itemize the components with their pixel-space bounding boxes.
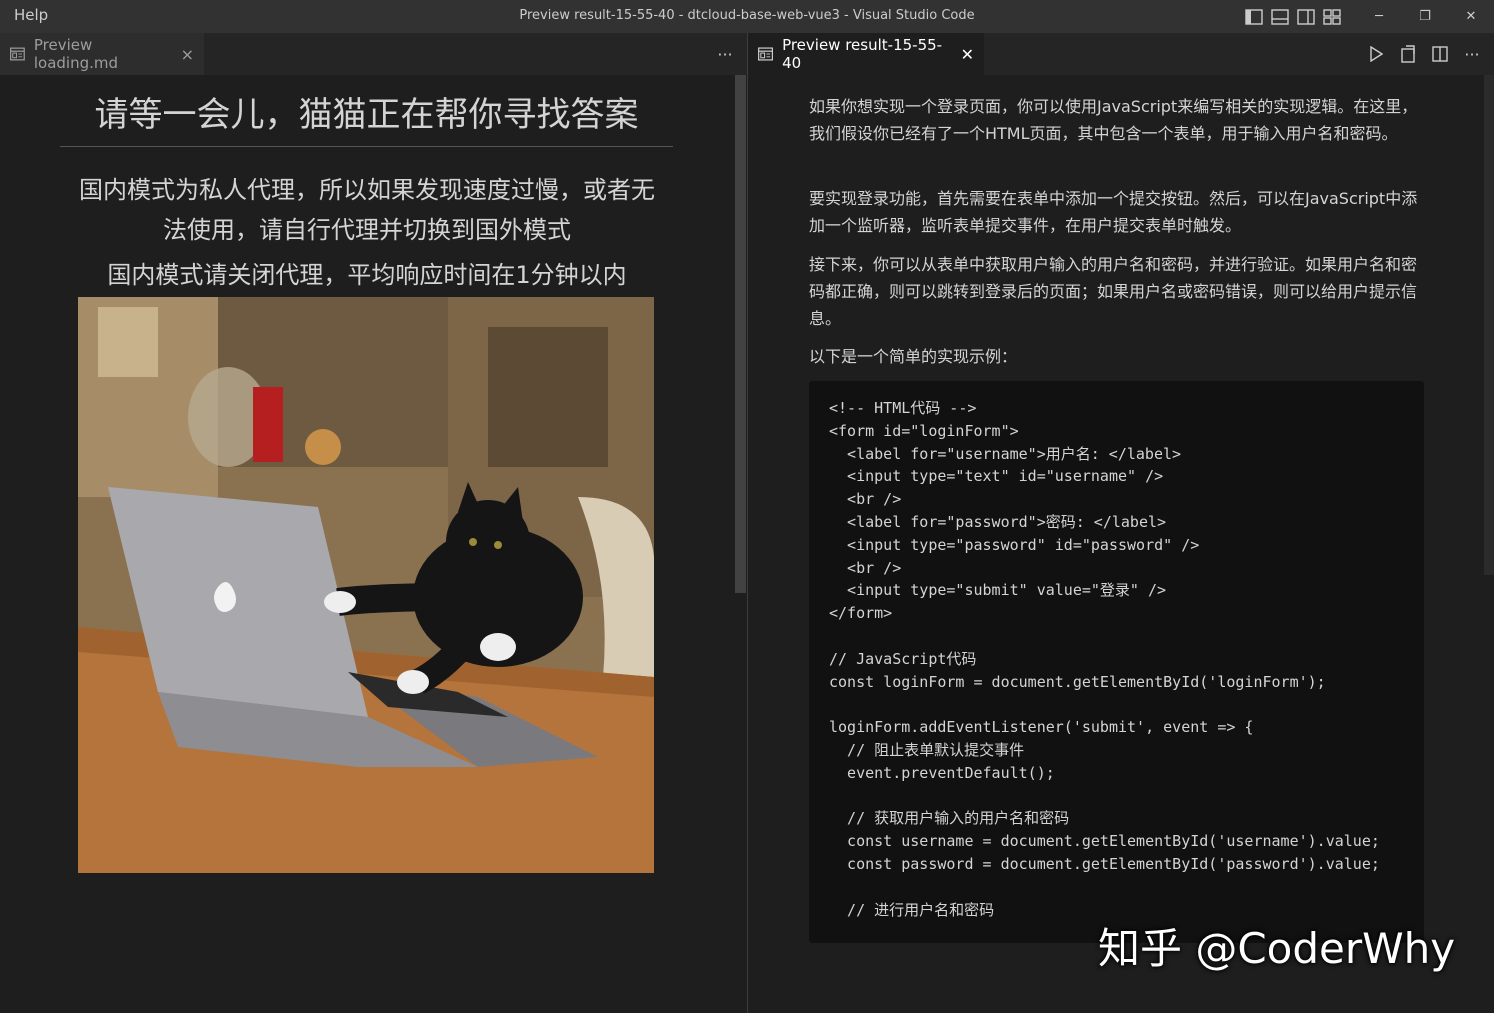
more-actions-icon[interactable]: ··· [1462, 44, 1482, 64]
code-line: // 获取用户输入的用户名和密码 [829, 809, 1070, 828]
code-line: event.preventDefault(); [829, 763, 1055, 782]
code-line: <input type="password" id="password" /> [829, 535, 1200, 554]
code-line: <form id="loginForm"> [829, 421, 1019, 440]
tab-actions-left: ··· [703, 33, 735, 75]
tab-preview-loading[interactable]: Preview loading.md × [0, 33, 204, 75]
editor-group-right: Preview result-15-55-40 ✕ ··· 如果你想实现一个登录… [748, 33, 1494, 1013]
tab-label: Preview loading.md [33, 36, 119, 72]
paragraph: 以下是一个简单的实现示例： [809, 347, 1018, 366]
code-line: const username = document.getElementById… [829, 832, 1380, 851]
toggle-secondary-sidebar-icon[interactable] [1296, 7, 1316, 27]
tab-label: Preview result-15-55-40 [782, 36, 943, 72]
response-time-note: 国内模式请关闭代理，平均响应时间在1分钟以内 [107, 261, 627, 289]
code-line: // 阻止表单默认提交事件 [829, 740, 1025, 759]
code-line: loginForm.addEventListener('submit', eve… [829, 718, 1254, 737]
toggle-panel-icon[interactable] [1270, 7, 1290, 27]
proxy-note-line: 国内模式为私人代理，所以如果发现速度过慢，或者无 [79, 176, 655, 204]
customize-layout-icon[interactable] [1322, 7, 1342, 27]
code-line: <br /> [829, 490, 902, 509]
code-line: <input type="submit" value="登录" /> [829, 581, 1167, 600]
close-window-button[interactable]: ✕ [1448, 0, 1494, 33]
close-tab-icon[interactable]: × [181, 45, 194, 64]
preview-icon [758, 47, 774, 61]
code-line: // JavaScript代码 [829, 649, 977, 668]
code-line: <br /> [829, 558, 902, 577]
markdown-preview-left: 请等一会儿，猫猫正在帮你寻找答案 国内模式为私人代理，所以如果发现速度过慢，或者… [0, 75, 734, 1013]
title-actions: ─ ❐ ✕ [1244, 0, 1494, 33]
preview-icon [10, 47, 25, 61]
more-actions-icon[interactable]: ··· [715, 44, 735, 64]
editor-group-left: Preview loading.md × ··· 请等一会儿，猫猫正在帮你寻找答… [0, 33, 747, 1013]
code-line: <input type="text" id="username" /> [829, 467, 1164, 486]
tab-bar-right: Preview result-15-55-40 ✕ ··· [748, 33, 1494, 75]
code-line: </form> [829, 604, 893, 623]
close-tab-icon[interactable]: ✕ [961, 45, 974, 64]
tab-bar-left: Preview loading.md × ··· [0, 33, 747, 75]
code-block: <!-- HTML代码 --> <form id="loginForm"> <l… [809, 381, 1424, 943]
paragraph: 要实现登录功能，首先需要在表单中添加一个提交按钮。然后，可以在JavaScrip… [809, 189, 1418, 235]
code-line: <label for="password">密码: </label> [829, 512, 1167, 531]
open-source-icon[interactable] [1398, 44, 1418, 64]
toggle-primary-sidebar-icon[interactable] [1244, 7, 1264, 27]
split-editor-icon[interactable] [1430, 44, 1450, 64]
scrollbar-right[interactable] [1484, 75, 1494, 575]
minimize-button[interactable]: ─ [1356, 0, 1402, 33]
code-line: <label for="username">用户名: </label> [829, 444, 1182, 463]
proxy-note-line: 法使用，请自行代理并切换到国外模式 [163, 216, 571, 244]
tab-preview-result[interactable]: Preview result-15-55-40 ✕ [748, 33, 984, 75]
proxy-note: 国内模式为私人代理，所以如果发现速度过慢，或者无 法使用，请自行代理并切换到国外… [52, 170, 682, 250]
code-line: <!-- HTML代码 --> [829, 399, 977, 417]
code-line: const password = document.getElementById… [829, 854, 1380, 873]
loading-heading: 请等一会儿，猫猫正在帮你寻找答案 [60, 87, 673, 147]
paragraph: 接下来，你可以从表单中获取用户输入的用户名和密码，并进行验证。如果用户名和密码都… [809, 255, 1418, 328]
restore-button[interactable]: ❐ [1402, 0, 1448, 33]
watermark: 知乎 @CoderWhy [1098, 924, 1456, 973]
paragraph: 如果你想实现一个登录页面，你可以使用JavaScript来编写相关的实现逻辑。在… [809, 97, 1418, 143]
tab-actions-right: ··· [1354, 33, 1482, 75]
cat-typing-laptop-image [78, 297, 654, 873]
run-icon[interactable] [1366, 44, 1386, 64]
markdown-preview-right: 如果你想实现一个登录页面，你可以使用JavaScript来编写相关的实现逻辑。在… [748, 75, 1494, 1013]
scrollbar-left[interactable] [735, 75, 746, 593]
code-line: const loginForm = document.getElementByI… [829, 672, 1326, 691]
title-bar: Help Preview result-15-55-40 - dtcloud-b… [0, 0, 1494, 33]
